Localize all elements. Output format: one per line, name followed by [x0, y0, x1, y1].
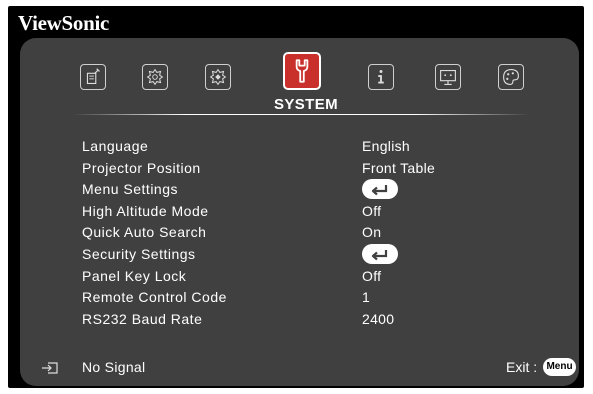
osd-panel: SYSTEM Language English Projector Positi… — [20, 38, 579, 386]
row-language[interactable]: Language English — [20, 138, 579, 158]
row-label: Menu Settings — [82, 181, 178, 198]
row-label: Security Settings — [82, 246, 196, 262]
row-value: 1 — [362, 289, 371, 306]
section-title: SYSTEM — [273, 96, 339, 113]
osd-window: ViewSonic SYSTEM Language English Projec… — [8, 6, 584, 388]
enter-icon — [371, 185, 388, 196]
exit-label: Exit : — [506, 359, 538, 375]
row-rs232-baud-rate[interactable]: RS232 Baud Rate 2400 — [20, 311, 579, 331]
menu-button[interactable]: Menu — [543, 358, 576, 376]
tab-system[interactable] — [283, 52, 321, 90]
row-label: Panel Key Lock — [82, 267, 187, 284]
row-menu-settings[interactable]: Menu Settings — [20, 179, 579, 201]
row-value: On — [362, 224, 382, 241]
row-high-altitude-mode[interactable]: High Altitude Mode Off — [20, 203, 579, 223]
menu-tabs: SYSTEM — [20, 38, 579, 128]
row-quick-auto-search[interactable]: Quick Auto Search On — [20, 224, 579, 244]
row-value: Off — [362, 202, 382, 219]
input-source-icon — [40, 360, 60, 376]
palette-icon — [503, 69, 519, 85]
row-security-settings[interactable]: Security Settings — [20, 244, 579, 266]
enter-icon — [371, 250, 388, 261]
screen-icon — [440, 69, 456, 85]
brand-logo: ViewSonic — [18, 11, 110, 35]
system-wrench-icon — [295, 59, 309, 83]
information-icon — [378, 69, 384, 84]
tab-picture[interactable] — [142, 64, 168, 90]
tab-advanced[interactable] — [205, 64, 231, 90]
tab-screen[interactable] — [435, 64, 461, 90]
picture-settings-icon — [146, 68, 164, 86]
tab-display[interactable] — [80, 64, 106, 90]
enter-button[interactable] — [362, 244, 398, 264]
row-label: Remote Control Code — [82, 289, 227, 306]
status-bar: No Signal Exit : Menu — [20, 358, 579, 380]
row-value: Front Table — [362, 159, 436, 176]
row-label: Quick Auto Search — [82, 224, 207, 241]
row-panel-key-lock[interactable]: Panel Key Lock Off — [20, 268, 579, 288]
signal-status: No Signal — [82, 359, 146, 375]
tab-palette[interactable] — [498, 64, 524, 90]
tab-information[interactable] — [368, 64, 394, 90]
advanced-settings-icon — [209, 68, 227, 86]
row-label: RS232 Baud Rate — [82, 310, 203, 327]
row-projector-position[interactable]: Projector Position Front Table — [20, 160, 579, 180]
row-remote-control-code[interactable]: Remote Control Code 1 — [20, 289, 579, 309]
display-adjust-icon — [86, 68, 100, 85]
row-value: Off — [362, 267, 382, 284]
row-label: High Altitude Mode — [82, 202, 209, 219]
row-label: Language — [82, 138, 149, 154]
row-label: Projector Position — [82, 159, 201, 176]
divider — [72, 114, 530, 115]
row-value: 2400 — [362, 310, 395, 327]
enter-button[interactable] — [362, 179, 398, 200]
row-value: English — [362, 138, 411, 154]
